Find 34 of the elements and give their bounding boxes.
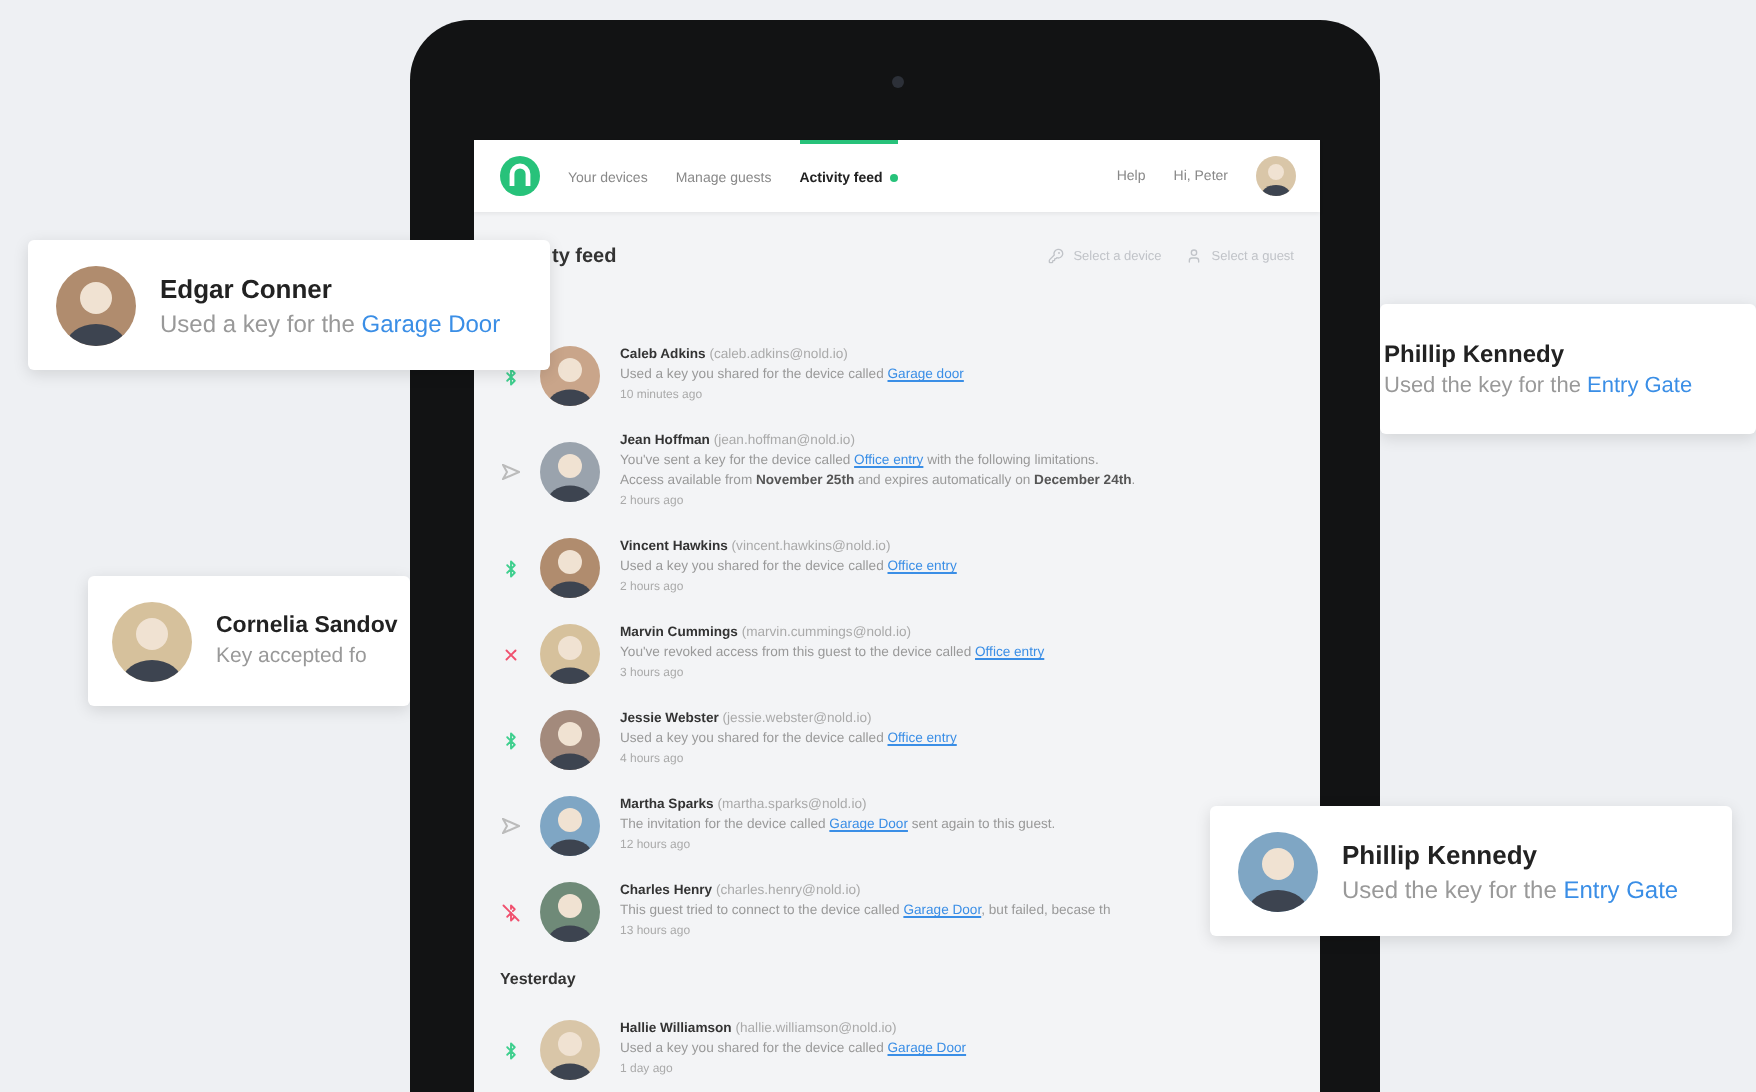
avatar [540, 624, 600, 684]
device-link[interactable]: Garage Door [361, 309, 501, 337]
card-name: Phillip Kennedy [1384, 340, 1567, 368]
bluetooth-off-icon [501, 903, 519, 921]
send-icon [501, 464, 519, 480]
user-avatar [1256, 156, 1296, 196]
send-icon [501, 818, 519, 834]
group-heading: Yesterday [500, 968, 578, 992]
key-icon [1047, 248, 1064, 264]
device-link[interactable]: Entry Gate [1563, 875, 1679, 903]
camera-icon [892, 76, 904, 88]
avatar [540, 882, 600, 942]
device-link[interactable]: Entry Gate [1587, 374, 1693, 398]
bluetooth-icon [501, 367, 519, 385]
avatar [540, 346, 600, 406]
card-name: Edgar Conner [160, 273, 334, 303]
avatar [540, 442, 600, 502]
logo-icon [500, 156, 540, 196]
bluetooth-icon [501, 559, 519, 577]
avatar [540, 1020, 600, 1080]
card-message: Key accepted fo [216, 644, 369, 668]
card-message: Used the key for the Entry Gate [1342, 875, 1679, 903]
avatar [540, 710, 600, 770]
card-name: Phillip Kennedy [1342, 839, 1540, 869]
avatar [540, 538, 600, 598]
cross-icon [501, 645, 519, 663]
person-icon [1185, 248, 1202, 264]
card-name: Cornelia Sandov [216, 614, 398, 638]
page-title: ty feed [552, 245, 617, 267]
avatar [540, 796, 600, 856]
card-message: Used a key for the Garage Door [160, 309, 501, 337]
bluetooth-icon [501, 1041, 519, 1059]
bluetooth-icon [501, 731, 519, 749]
card-message: Used the key for the Entry Gate [1384, 374, 1693, 398]
